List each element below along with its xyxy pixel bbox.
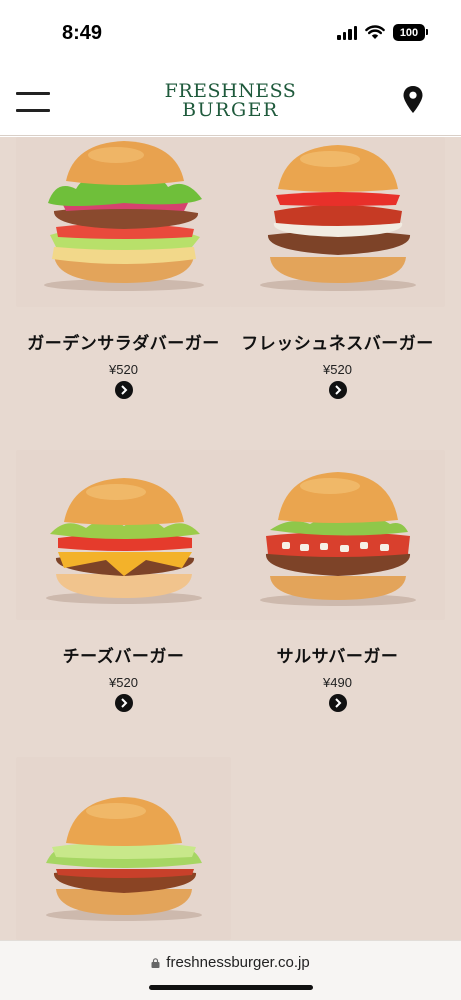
cheese-burger-image[interactable] xyxy=(16,450,231,620)
menu-item-name[interactable]: ガーデンサラダバーガー xyxy=(16,329,231,354)
chevron-right-icon[interactable] xyxy=(114,381,133,399)
freshness-burger-logo[interactable]: FRESHNESS BURGER xyxy=(0,82,461,120)
menu-item-card[interactable]: サルサバーガー ¥490 xyxy=(230,450,445,712)
chevron-right-icon[interactable] xyxy=(328,694,347,712)
battery-icon: 100 xyxy=(393,24,428,41)
home-indicator[interactable] xyxy=(149,985,313,990)
menu-item-card[interactable]: チーズバーガー ¥520 xyxy=(16,450,231,712)
menu-item-price: ¥520 xyxy=(109,362,138,377)
lock-icon xyxy=(151,958,160,968)
menu-item-card[interactable] xyxy=(16,757,231,940)
map-pin-icon[interactable] xyxy=(403,86,423,114)
garden-salad-burger-image[interactable] xyxy=(16,137,231,307)
menu-grid: ガーデンサラダバーガー ¥520 フレッシュネスバーガー ¥520 チーズバーガ… xyxy=(0,137,461,940)
url-display[interactable]: freshnessburger.co.jp xyxy=(0,954,461,971)
freshness-burger-image[interactable] xyxy=(230,137,445,307)
menu-item-name[interactable]: チーズバーガー xyxy=(16,642,231,667)
site-header: FRESHNESS BURGER xyxy=(0,66,461,136)
cellular-signal-icon xyxy=(337,25,357,40)
status-bar: 8:49 100 xyxy=(0,0,461,66)
menu-item-name[interactable]: フレッシュネスバーガー xyxy=(230,329,445,354)
url-text: freshnessburger.co.jp xyxy=(166,954,310,971)
logo-line-2: BURGER xyxy=(182,99,279,121)
status-icons: 100 xyxy=(337,24,428,41)
menu-item-price: ¥490 xyxy=(323,675,352,690)
status-time: 8:49 xyxy=(62,22,103,44)
chevron-right-icon[interactable] xyxy=(114,694,133,712)
menu-item-price: ¥520 xyxy=(323,362,352,377)
chevron-right-icon[interactable] xyxy=(328,381,347,399)
salsa-burger-image[interactable] xyxy=(230,450,445,620)
teriyaki-burger-image[interactable] xyxy=(16,757,231,940)
menu-item-price: ¥520 xyxy=(109,675,138,690)
menu-item-name[interactable]: サルサバーガー xyxy=(230,642,445,667)
wifi-icon xyxy=(365,25,385,39)
browser-url-bar[interactable]: freshnessburger.co.jp xyxy=(0,940,461,1000)
menu-item-card[interactable]: フレッシュネスバーガー ¥520 xyxy=(230,137,445,399)
menu-item-card[interactable]: ガーデンサラダバーガー ¥520 xyxy=(16,137,231,399)
